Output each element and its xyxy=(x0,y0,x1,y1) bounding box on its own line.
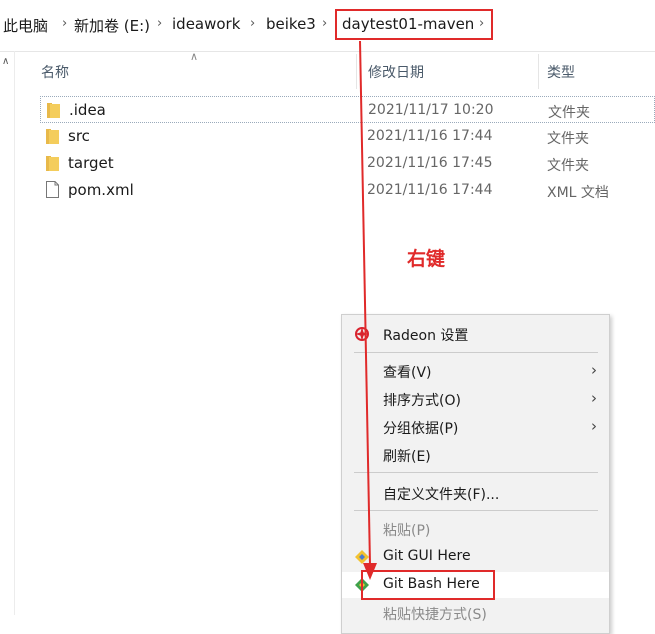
file-modified: 2021/11/17 10:20 xyxy=(368,102,494,118)
breadcrumb-beike3[interactable]: beike3 xyxy=(266,15,316,33)
folder-icon xyxy=(46,156,59,171)
left-pane-edge xyxy=(0,51,15,615)
annotation-right-click: 右键 xyxy=(407,248,446,270)
menu-item-paste-shortcut[interactable]: 粘贴快捷方式(S) xyxy=(342,600,609,626)
file-name: target xyxy=(68,154,114,172)
radeon-icon xyxy=(355,327,369,341)
column-header-modified[interactable]: 修改日期 xyxy=(368,62,424,82)
menu-label: 查看(V) xyxy=(383,365,432,381)
context-menu: Radeon 设置 查看(V) › 排序方式(O) › 分组依据(P) › 刷新… xyxy=(341,314,610,634)
file-type: 文件夹 xyxy=(547,131,589,147)
chevron-right-icon[interactable]: › xyxy=(250,16,255,31)
menu-item-group[interactable]: 分组依据(P) › xyxy=(342,414,609,440)
menu-item-refresh[interactable]: 刷新(E) xyxy=(342,442,609,468)
menu-label: 粘贴(P) xyxy=(383,523,431,539)
menu-label: 粘贴快捷方式(S) xyxy=(383,607,487,623)
git-gui-icon xyxy=(355,550,369,564)
menu-label: 分组依据(P) xyxy=(383,421,459,437)
menu-label: Radeon 设置 xyxy=(383,328,469,344)
file-modified: 2021/11/16 17:44 xyxy=(367,182,493,198)
file-type: XML 文档 xyxy=(547,185,609,201)
menu-label: Git GUI Here xyxy=(383,548,471,564)
menu-label: 自定义文件夹(F)... xyxy=(383,487,500,503)
file-name: src xyxy=(68,127,90,145)
file-modified: 2021/11/16 17:45 xyxy=(367,155,493,171)
file-row[interactable]: target 2021/11/16 17:45 文件夹 xyxy=(40,150,655,177)
menu-item-paste[interactable]: 粘贴(P) xyxy=(342,516,609,542)
file-type: 文件夹 xyxy=(547,158,589,174)
chevron-right-icon: › xyxy=(591,361,597,379)
column-divider[interactable] xyxy=(356,54,357,89)
breadcrumb-drive[interactable]: 新加卷 (E:) xyxy=(74,15,150,36)
menu-separator xyxy=(354,352,598,353)
sort-up-icon: ∧ xyxy=(190,50,199,63)
menu-item-view[interactable]: 查看(V) › xyxy=(342,358,609,384)
menu-separator xyxy=(354,472,598,473)
breadcrumb-ideawork[interactable]: ideawork xyxy=(172,15,240,33)
chevron-right-icon[interactable]: › xyxy=(157,16,162,31)
breadcrumb-this-pc[interactable]: 此电脑 xyxy=(3,15,48,36)
file-name: pom.xml xyxy=(68,181,134,199)
highlight-box xyxy=(335,9,493,40)
file-row[interactable]: .idea 2021/11/17 10:20 文件夹 xyxy=(40,96,655,123)
menu-item-radeon[interactable]: Radeon 设置 xyxy=(342,321,609,347)
file-type: 文件夹 xyxy=(548,105,590,121)
chevron-right-icon[interactable]: › xyxy=(62,16,67,31)
column-divider[interactable] xyxy=(538,54,539,89)
chevron-right-icon: › xyxy=(591,417,597,435)
scroll-up-icon[interactable]: ∧ xyxy=(2,56,9,67)
folder-icon xyxy=(46,129,59,144)
file-row[interactable]: pom.xml 2021/11/16 17:44 XML 文档 xyxy=(40,177,655,204)
file-row[interactable]: src 2021/11/16 17:44 文件夹 xyxy=(40,123,655,150)
file-modified: 2021/11/16 17:44 xyxy=(367,128,493,144)
file-icon xyxy=(46,181,59,198)
address-bar[interactable]: 此电脑 › 新加卷 (E:) › ideawork › beike3 › day… xyxy=(0,0,655,52)
menu-item-customize-folder[interactable]: 自定义文件夹(F)... xyxy=(342,480,609,506)
file-name: .idea xyxy=(69,101,106,119)
column-header-type[interactable]: 类型 xyxy=(547,62,575,82)
column-header-name[interactable]: 名称 xyxy=(41,62,69,82)
highlight-box xyxy=(361,570,495,600)
chevron-right-icon: › xyxy=(591,389,597,407)
chevron-right-icon[interactable]: › xyxy=(322,16,327,31)
menu-label: 排序方式(O) xyxy=(383,393,461,409)
menu-item-git-gui[interactable]: Git GUI Here xyxy=(342,544,609,570)
menu-label: 刷新(E) xyxy=(383,449,431,465)
menu-item-sort[interactable]: 排序方式(O) › xyxy=(342,386,609,412)
folder-icon xyxy=(47,103,60,118)
menu-separator xyxy=(354,510,598,511)
